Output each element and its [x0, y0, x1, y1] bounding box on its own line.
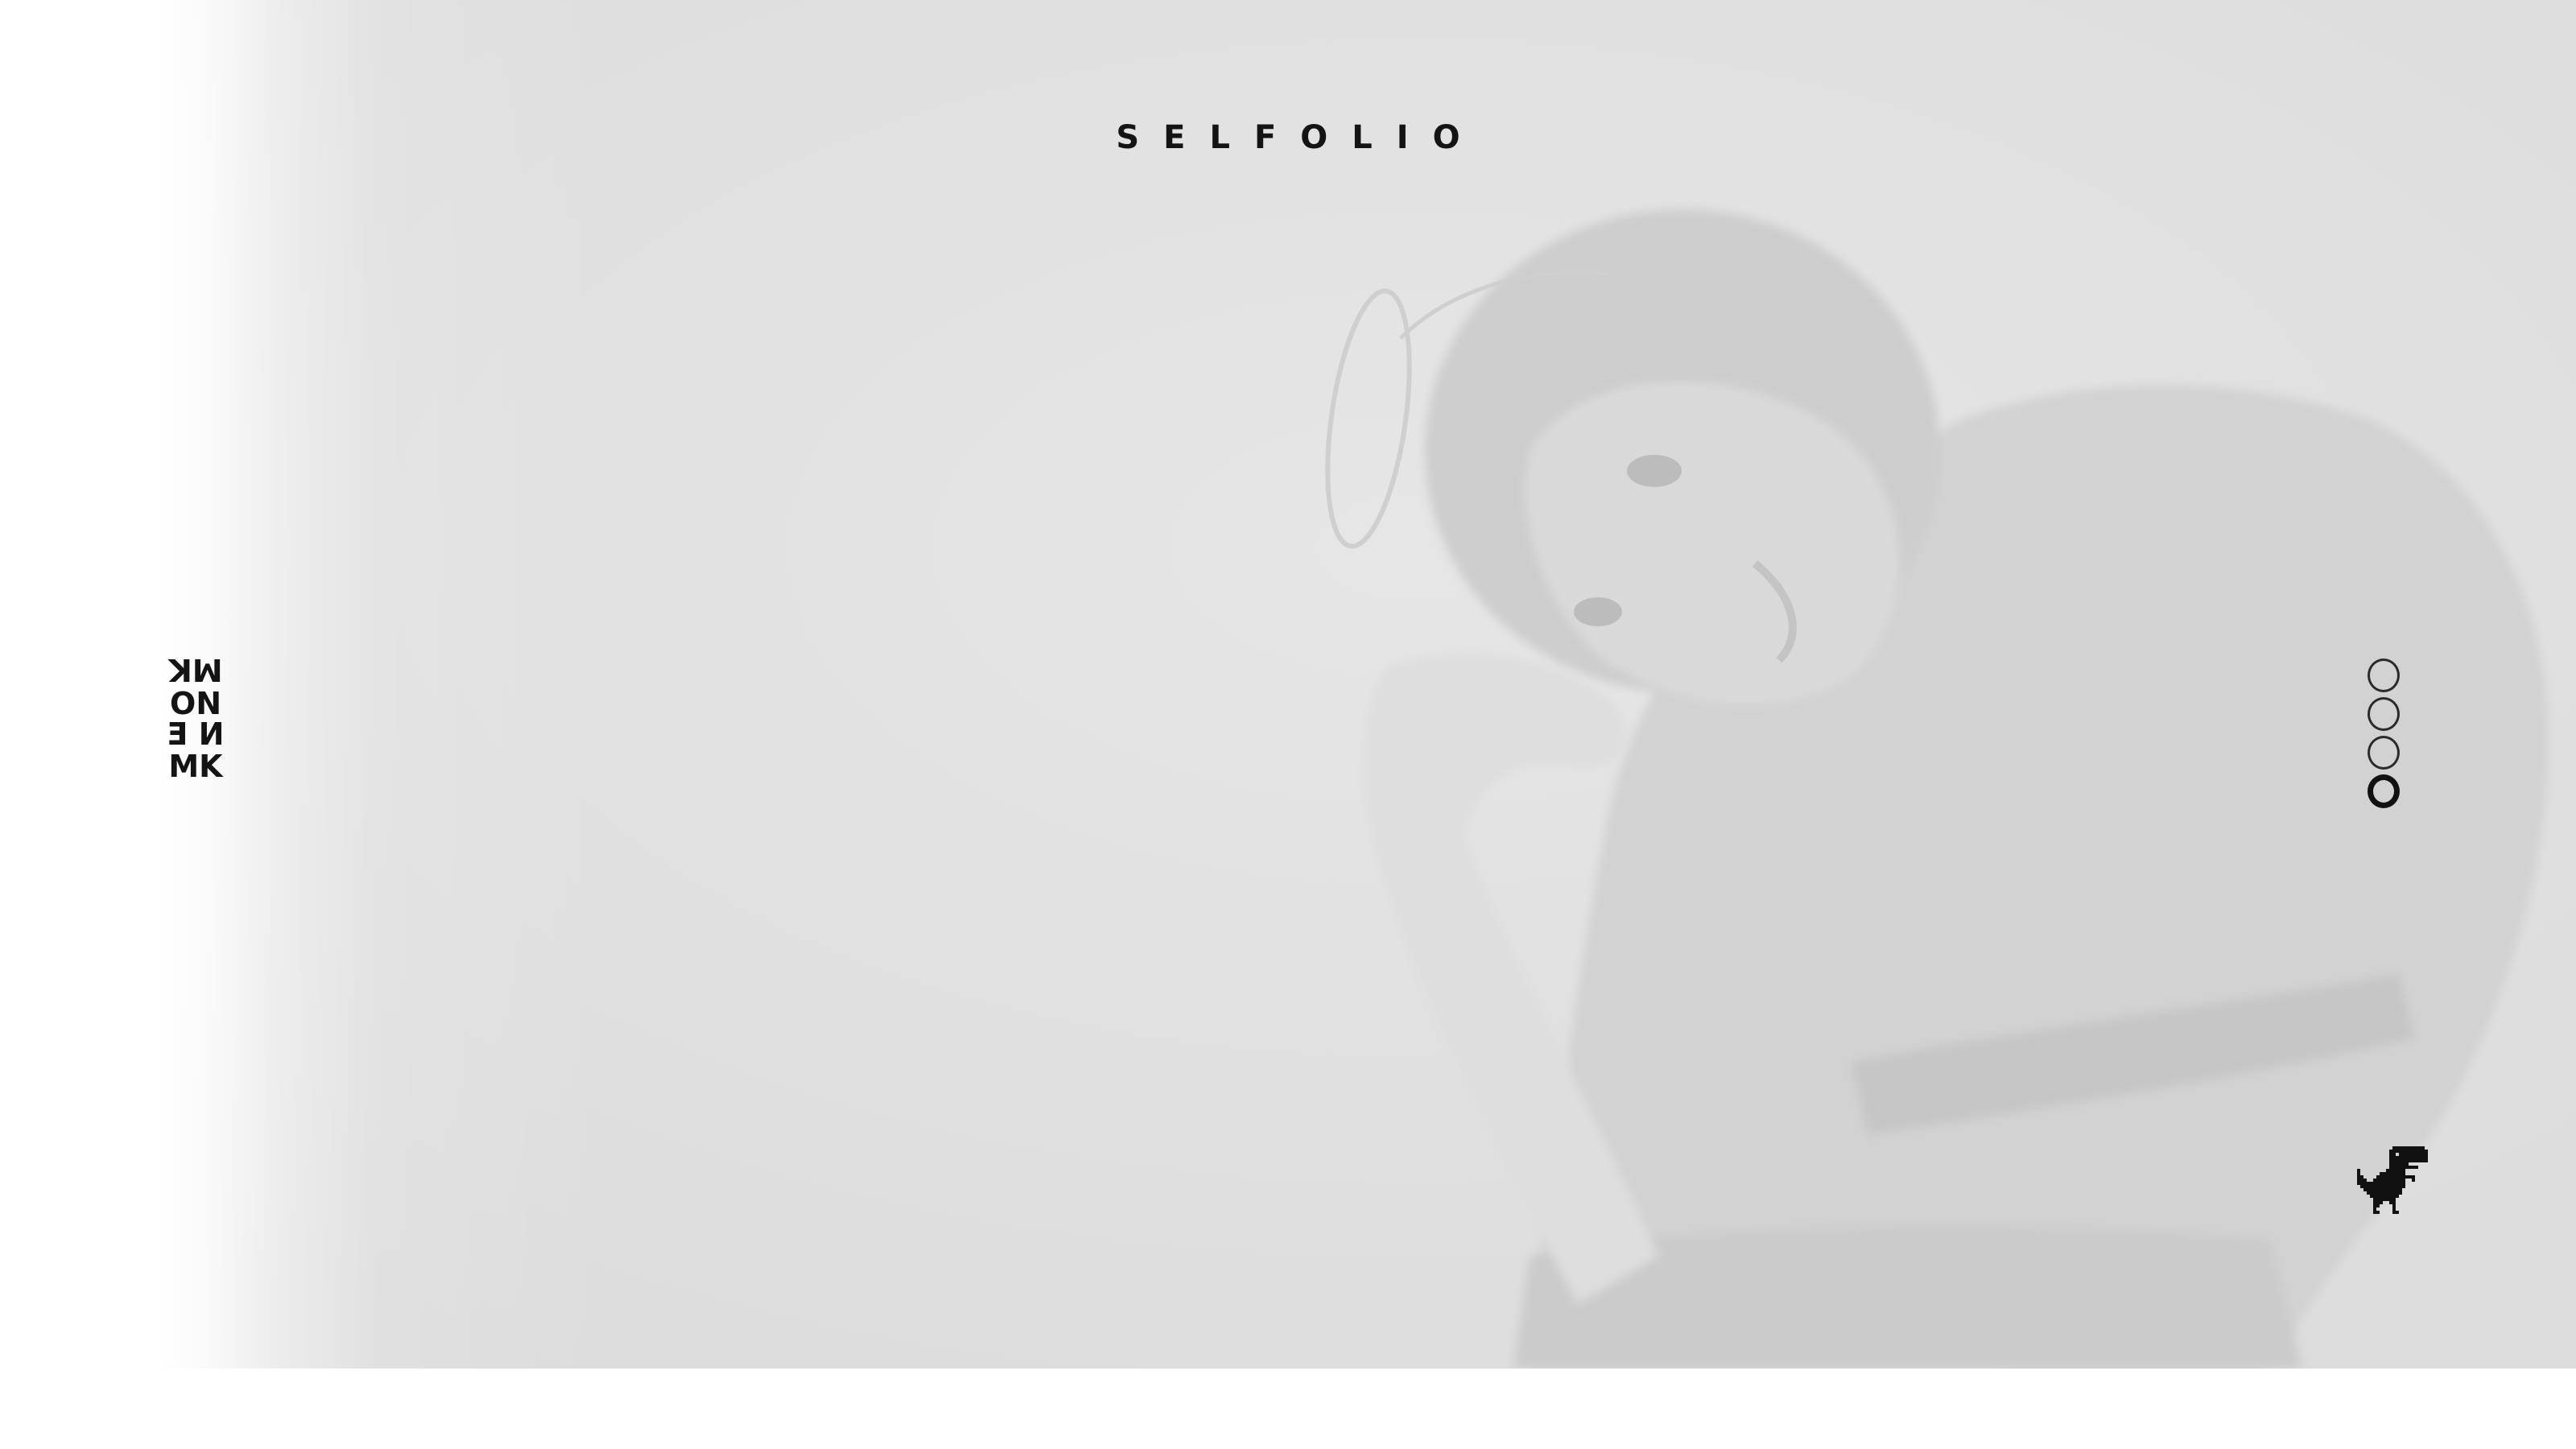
slide-dot-2[interactable] [2368, 697, 2400, 731]
slide-dot-3[interactable] [2368, 736, 2400, 770]
hero-section: SELFOLIO MK NO N E MK [0, 0, 2576, 1368]
dino-icon[interactable] [2357, 1146, 2434, 1230]
side-logo-row-4: MK [168, 749, 223, 784]
hero-portrait-image [0, 0, 2576, 1368]
side-logo-row-3: N E [167, 716, 225, 752]
slide-dots-nav [2363, 658, 2404, 808]
slide-dot-1[interactable] [2368, 658, 2400, 692]
side-logo-row-1: MK [168, 652, 223, 687]
side-logo[interactable]: MK NO N E MK [159, 652, 232, 784]
page: SELFOLIO MK NO N E MK [0, 0, 2576, 1449]
slide-dot-4-active[interactable] [2368, 774, 2400, 808]
side-logo-row-2: NO [169, 684, 222, 720]
site-title[interactable]: SELFOLIO [966, 119, 1610, 156]
